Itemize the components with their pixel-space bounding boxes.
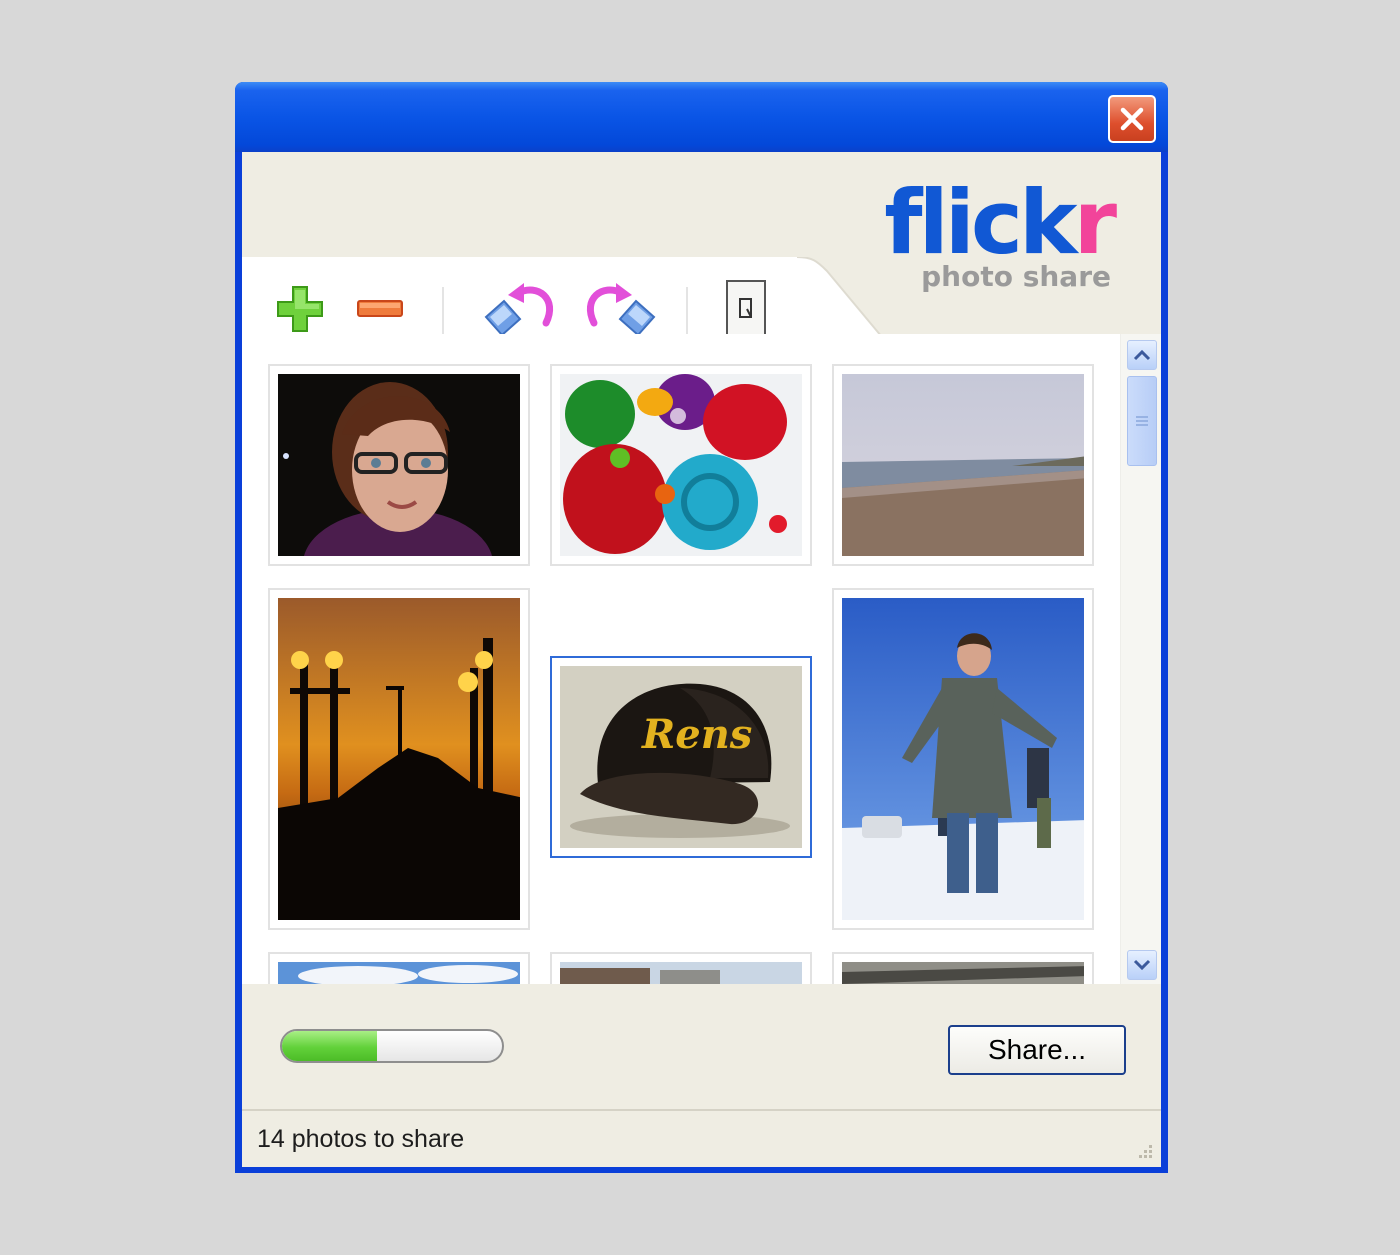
photo-thumbnail[interactable]: [268, 364, 530, 566]
rotate-right-icon: [586, 283, 656, 337]
photo-image: [842, 374, 1084, 556]
flickr-photo-share-window: flickr photo share Rens Share... 14 phot…: [235, 82, 1168, 1173]
chevron-up-icon: [1133, 349, 1151, 361]
upload-progress-bar: [280, 1029, 504, 1063]
photo-image: [278, 598, 520, 920]
photo-image: Rens: [560, 666, 802, 848]
photo-image: [278, 374, 520, 556]
properties-icon: [726, 280, 766, 336]
remove-photo-button[interactable]: [350, 279, 410, 339]
logo-word-blue: flick: [884, 171, 1077, 274]
photo-image: [842, 598, 1084, 920]
toolbar-separator: [686, 287, 688, 337]
photo-thumbnail[interactable]: [550, 952, 812, 984]
title-bar[interactable]: [235, 82, 1168, 152]
rotate-left-icon: [484, 283, 554, 337]
photo-image: [842, 962, 1084, 984]
photo-thumbnail[interactable]: [268, 588, 530, 930]
photo-properties-button[interactable]: [716, 279, 776, 339]
photo-thumbnail[interactable]: [550, 364, 812, 566]
progress-fill: [282, 1031, 377, 1061]
photo-thumbnail[interactable]: [832, 588, 1094, 930]
minus-icon: [357, 300, 403, 317]
plus-icon: [277, 286, 323, 332]
toolbar-separator: [442, 287, 444, 337]
photo-thumbnail[interactable]: [268, 952, 530, 984]
client-area: flickr photo share Rens Share... 14 phot…: [242, 152, 1161, 1167]
rotate-left-button[interactable]: [480, 279, 560, 339]
close-icon: [1120, 107, 1144, 131]
toolbar: [242, 257, 802, 337]
photo-grid-panel: Rens: [242, 334, 1161, 984]
status-bar: 14 photos to share: [242, 1109, 1161, 1167]
photo-image: [560, 962, 802, 984]
scroll-down-button[interactable]: [1127, 950, 1157, 980]
share-button[interactable]: Share...: [948, 1025, 1126, 1075]
photo-thumbnail[interactable]: [832, 952, 1094, 984]
logo-word-pink: r: [1073, 171, 1117, 274]
vertical-scrollbar[interactable]: [1120, 334, 1161, 984]
photo-thumbnail-selected[interactable]: Rens: [550, 656, 812, 858]
chevron-down-icon: [1133, 959, 1151, 971]
photo-image: [278, 962, 520, 984]
scroll-thumb[interactable]: [1127, 376, 1157, 466]
photo-thumbnail[interactable]: [832, 364, 1094, 566]
resize-grip-icon[interactable]: [1133, 1141, 1155, 1163]
grip-icon: [1136, 416, 1148, 426]
scroll-up-button[interactable]: [1127, 340, 1157, 370]
flickr-logo: flickr photo share: [884, 178, 1117, 294]
add-photo-button[interactable]: [270, 279, 330, 339]
status-text: 14 photos to share: [257, 1125, 465, 1153]
svg-text:Rens: Rens: [641, 711, 752, 758]
rotate-right-button[interactable]: [580, 279, 660, 339]
photo-image: [560, 374, 802, 556]
close-button[interactable]: [1108, 95, 1156, 143]
logo-wordmark: flickr: [884, 178, 1117, 268]
